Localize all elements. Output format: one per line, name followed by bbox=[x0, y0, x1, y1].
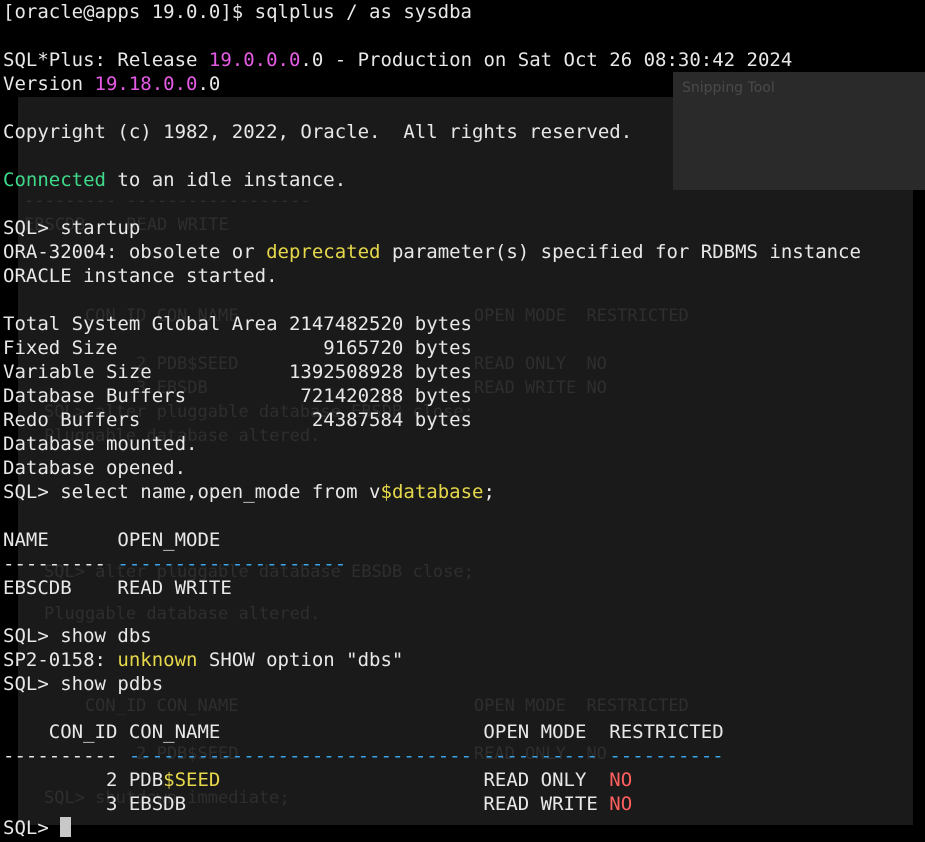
terminal-text: READ ONLY bbox=[220, 769, 610, 791]
terminal-text: Redo Buffers 24387584 bytes bbox=[3, 409, 472, 431]
terminal-line: Fixed Size 9165720 bytes bbox=[3, 336, 861, 360]
terminal-line: Database opened. bbox=[3, 456, 861, 480]
terminal-text: SQL> startup bbox=[3, 217, 141, 239]
terminal-text: SP2-0158: bbox=[3, 649, 118, 671]
terminal-line: SP2-0158: unknown SHOW option "dbs" bbox=[3, 648, 861, 672]
terminal-text: ---------- bbox=[483, 745, 598, 767]
terminal-text: Database opened. bbox=[3, 457, 187, 479]
terminal-line: Total System Global Area 2147482520 byte… bbox=[3, 312, 861, 336]
terminal-text: ------------------------------ bbox=[128, 745, 473, 767]
terminal-line: Connected to an idle instance. bbox=[3, 168, 861, 192]
terminal-text: NO bbox=[609, 793, 633, 815]
terminal-text: ORACLE instance started. bbox=[3, 265, 278, 287]
terminal-text: .0 bbox=[197, 73, 221, 95]
terminal-text: ; bbox=[483, 481, 495, 503]
terminal-text: [oracle@apps 19.0.0]$ sqlplus / as sysdb… bbox=[3, 1, 472, 23]
terminal-text: --------- bbox=[3, 553, 118, 575]
terminal-text: 19.0.0.0 bbox=[208, 49, 301, 71]
terminal-text: unknown bbox=[117, 649, 198, 671]
terminal-line: CON_ID CON_NAME OPEN MODE RESTRICTED bbox=[3, 720, 861, 744]
terminal-text: Total System Global Area 2147482520 byte… bbox=[3, 313, 472, 335]
terminal-line: SQL> startup bbox=[3, 216, 861, 240]
terminal-text: ---------- bbox=[609, 745, 724, 767]
terminal-line: EBSCDB READ WRITE bbox=[3, 576, 861, 600]
terminal-text: SQL> select name,open_mode from v bbox=[3, 481, 381, 503]
terminal-text: SQL*Plus: Release bbox=[3, 49, 209, 71]
terminal-text: EBSCDB READ WRITE bbox=[3, 577, 232, 599]
terminal-text: -------------------- bbox=[117, 553, 347, 575]
terminal-text: Connected bbox=[3, 169, 106, 191]
terminal-line: ORA-32004: obsolete or deprecated parame… bbox=[3, 240, 861, 264]
terminal-line: SQL> show dbs bbox=[3, 624, 861, 648]
cursor-block[interactable] bbox=[60, 817, 72, 837]
terminal-text: 2 PDB bbox=[3, 769, 164, 791]
terminal-line: 3 EBSDB READ WRITE NO bbox=[3, 792, 861, 816]
terminal-text: SQL> show dbs bbox=[3, 625, 152, 647]
terminal-text: Variable Size 1392508928 bytes bbox=[3, 361, 472, 383]
terminal-line: Copyright (c) 1982, 2022, Oracle. All ri… bbox=[3, 120, 861, 144]
terminal-line: 2 PDB$SEED READ ONLY NO bbox=[3, 768, 861, 792]
terminal-line: NAME OPEN_MODE bbox=[3, 528, 861, 552]
terminal-line: SQL*Plus: Release 19.0.0.0.0 - Productio… bbox=[3, 48, 861, 72]
terminal-line: Redo Buffers 24387584 bytes bbox=[3, 408, 861, 432]
terminal-text: ORA-32004: obsolete or bbox=[3, 241, 267, 263]
terminal-line: Database mounted. bbox=[3, 432, 861, 456]
terminal-text: SQL> bbox=[3, 817, 61, 839]
terminal-text: NAME OPEN_MODE bbox=[3, 529, 221, 551]
terminal-text: $SEED bbox=[163, 769, 221, 791]
terminal-window[interactable]: Snipping Tool --------- ----------------… bbox=[0, 0, 925, 842]
terminal-text: NO bbox=[609, 769, 633, 791]
terminal-text: 19.18.0.0 bbox=[94, 73, 198, 95]
terminal-text: CON_ID CON_NAME OPEN MODE RESTRICTED bbox=[3, 721, 724, 743]
terminal-text: 3 EBSDB READ WRITE bbox=[3, 793, 610, 815]
terminal-line: SQL> bbox=[3, 816, 861, 840]
terminal-line: Variable Size 1392508928 bytes bbox=[3, 360, 861, 384]
terminal-text: $database bbox=[380, 481, 484, 503]
terminal-line: ORACLE instance started. bbox=[3, 264, 861, 288]
terminal-text: Fixed Size 9165720 bytes bbox=[3, 337, 472, 359]
terminal-line: --------- -------------------- bbox=[3, 552, 861, 576]
terminal-text: Version bbox=[3, 73, 95, 95]
terminal-line: Version 19.18.0.0.0 bbox=[3, 72, 861, 96]
terminal-text: Copyright (c) 1982, 2022, Oracle. All ri… bbox=[3, 121, 633, 143]
terminal-text: SHOW option "dbs" bbox=[197, 649, 404, 671]
terminal-line: Database Buffers 721420288 bytes bbox=[3, 384, 861, 408]
terminal-text: to an idle instance. bbox=[105, 169, 347, 191]
terminal-text: Database Buffers 721420288 bytes bbox=[3, 385, 472, 407]
terminal-text: deprecated bbox=[266, 241, 381, 263]
terminal-text: Database mounted. bbox=[3, 433, 198, 455]
terminal-text: parameter(s) specified for RDBMS instanc… bbox=[380, 241, 861, 263]
terminal-line: SQL> show pdbs bbox=[3, 672, 861, 696]
terminal-output: [oracle@apps 19.0.0]$ sqlplus / as sysdb… bbox=[3, 0, 861, 840]
terminal-line: SQL> select name,open_mode from v$databa… bbox=[3, 480, 861, 504]
terminal-text: SQL> show pdbs bbox=[3, 673, 164, 695]
terminal-text: ---------- bbox=[3, 745, 129, 767]
terminal-line: [oracle@apps 19.0.0]$ sqlplus / as sysdb… bbox=[3, 0, 861, 24]
terminal-text: .0 - Production on Sat Oct 26 08:30:42 2… bbox=[300, 49, 793, 71]
terminal-line: ---------- -----------------------------… bbox=[3, 744, 861, 768]
